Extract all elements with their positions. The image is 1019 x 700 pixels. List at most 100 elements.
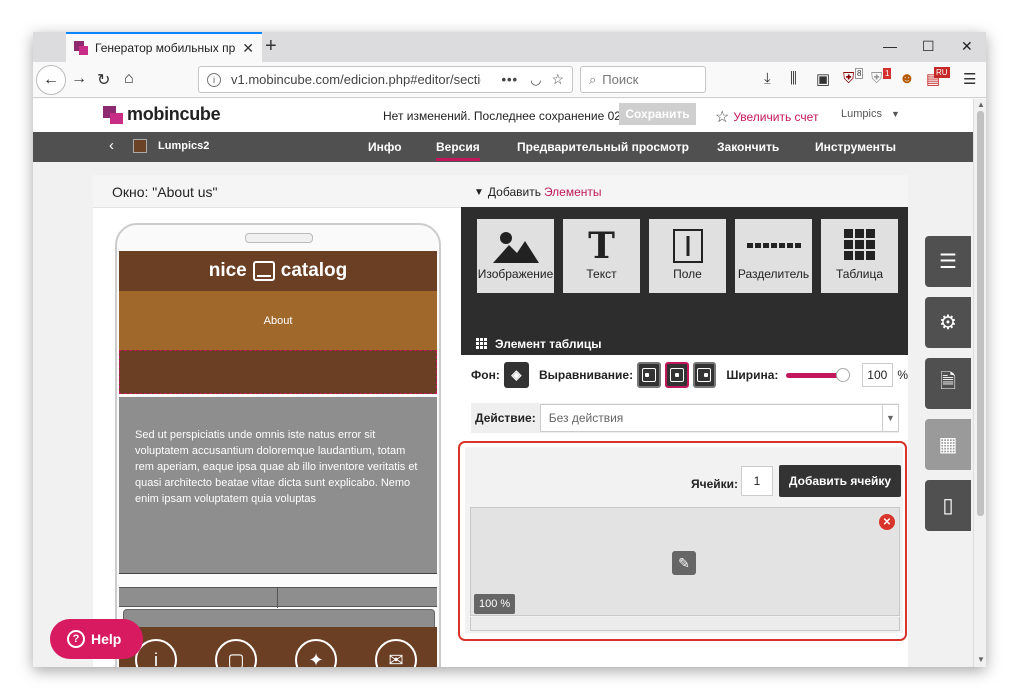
paint-bucket-icon[interactable]: ◈ (503, 362, 529, 388)
upgrade-link[interactable]: ☆ Увеличить счет (715, 107, 818, 127)
align-right-button[interactable] (692, 362, 717, 388)
phone-about-section[interactable]: About (119, 291, 437, 350)
forward-arrow-icon[interactable]: → (71, 70, 87, 88)
window-close-icon[interactable]: ✕ (961, 38, 973, 55)
phone-body-text[interactable]: Sed ut perspiciatis unde omnis iste natu… (119, 397, 437, 573)
nav-item-finish[interactable]: Закончить (717, 140, 779, 154)
tile-separator[interactable]: Разделитель (735, 219, 812, 293)
width-input[interactable]: 100 (862, 363, 894, 387)
triangle-down-icon: ▼ (474, 186, 484, 198)
ublock-icon[interactable]: ⛨ (843, 70, 854, 87)
search-input[interactable]: ⌕ Поиск (580, 66, 706, 93)
bookmark-star-icon[interactable]: ☆ (551, 71, 564, 88)
elements-palette: Изображение T Текст Поле Разделитель Таб… (461, 207, 908, 355)
address-bar[interactable]: i v1.mobincube.com/edicion.php#editor/se… (198, 66, 573, 93)
phone-title-bar[interactable]: nice catalog (119, 251, 437, 291)
monkey-icon[interactable]: ☻ (899, 70, 915, 87)
phone-preview: nice catalog About Sed ut perspiciatis u… (115, 223, 441, 667)
vertical-scrollbar[interactable]: ▲ ▼ (973, 99, 986, 667)
tab-bar: Генератор мобильных прило ✕ + — ☐ ✕ (33, 32, 986, 62)
back-chevron-icon[interactable]: ‹ (109, 137, 114, 154)
add-label: Добавить (487, 185, 541, 199)
table-settings-icon[interactable]: ▦ (925, 419, 971, 470)
align-left-button[interactable] (637, 362, 661, 388)
ublock-badge: 8 (855, 68, 864, 79)
list-icon[interactable]: ☰ (925, 236, 971, 287)
page-actions-icon[interactable]: ••• (501, 72, 518, 87)
page-content: mobincube Нет изменений. Последнее сохра… (33, 99, 973, 667)
back-arrow-icon[interactable]: ← (36, 65, 66, 95)
properties-row: Фон: ◈ Выравнивание: Ширина: 100 % (461, 355, 908, 395)
width-unit: % (897, 368, 908, 382)
url-text: v1.mobincube.com/edicion.php#editor/sect… (231, 72, 481, 87)
phone-footer: i ▢ ✦ ✉ (119, 627, 437, 667)
phone-title-left: nice (208, 260, 247, 281)
download-icon[interactable]: ⤓ (764, 70, 771, 87)
tile-text-label: Текст (586, 267, 617, 281)
logo-text: mobincube (127, 104, 221, 124)
app-name: Lumpics2 (158, 140, 210, 152)
tile-field[interactable]: Поле (649, 219, 726, 293)
navigation-bar: ← → ↻ ⌂ i v1.mobincube.com/edicion.php#e… (33, 62, 986, 98)
grid-icon (476, 338, 488, 350)
image-icon (477, 229, 554, 263)
shield-badge: 1 (883, 68, 892, 79)
mail-icon[interactable]: ✉ (375, 639, 417, 667)
sidebar-icon[interactable]: ▣ (816, 70, 830, 88)
user-menu[interactable]: Lumpics ▼ (841, 108, 900, 120)
new-tab-icon[interactable]: + (265, 36, 277, 56)
help-label: Help (91, 631, 122, 647)
close-tab-icon[interactable]: ✕ (242, 40, 254, 57)
logo[interactable]: mobincube (103, 104, 221, 125)
reload-icon[interactable]: ↻ (97, 70, 110, 90)
settings-gears-icon[interactable]: ⚙ (925, 297, 971, 348)
nav-item-version[interactable]: Версия (436, 140, 480, 161)
tile-image[interactable]: Изображение (477, 219, 554, 293)
save-button[interactable]: Сохранить (619, 103, 696, 125)
align-center-button[interactable] (664, 362, 689, 388)
maximize-icon[interactable]: ☐ (922, 38, 935, 55)
element-editor: Изображение T Текст Поле Разделитель Таб… (458, 207, 908, 667)
nav-item-tools[interactable]: Инструменты (815, 140, 896, 154)
scroll-thumb[interactable] (977, 111, 984, 516)
highlight-frame (458, 441, 907, 641)
phone-preview-icon[interactable]: ▯ (925, 480, 971, 531)
slider-knob[interactable] (836, 367, 851, 382)
library-icon[interactable]: ⫼ (790, 70, 797, 87)
translate-badge: RU (934, 67, 950, 78)
scroll-up-icon[interactable]: ▲ (977, 100, 985, 109)
phone-table-row[interactable] (119, 587, 437, 608)
phone-title-right: catalog (280, 260, 348, 281)
app-header: mobincube Нет изменений. Последнее сохра… (33, 99, 973, 132)
info-icon[interactable]: i (207, 72, 221, 87)
window-title: Окно: "About us" (112, 184, 218, 200)
panel-header: Окно: "About us" ▼ Добавить Элементы (93, 175, 908, 208)
phone-speaker (245, 233, 313, 243)
tile-text[interactable]: T Текст (563, 219, 640, 293)
add-elements-link[interactable]: Элементы (544, 185, 602, 199)
minimize-icon[interactable]: — (883, 38, 897, 54)
help-button[interactable]: ? Help (50, 619, 143, 659)
twitter-icon[interactable]: ✦ (295, 639, 337, 667)
upgrade-label: Увеличить счет (733, 110, 819, 124)
menu-icon[interactable]: ☰ (963, 70, 976, 88)
selected-table-element[interactable] (119, 350, 437, 394)
action-select[interactable]: Без действия ▼ (539, 404, 899, 432)
shield-icon[interactable]: ⛨ (871, 70, 882, 87)
pocket-icon[interactable]: ◡ (530, 72, 541, 88)
action-label: Действие: (475, 411, 536, 425)
width-slider[interactable] (786, 367, 851, 382)
nav-item-info[interactable]: Инфо (368, 140, 402, 154)
home-icon[interactable]: ⌂ (124, 70, 134, 88)
add-elements-toggle[interactable]: ▼ Добавить Элементы (474, 185, 602, 199)
search-placeholder: Поиск (602, 72, 639, 87)
square-circle-icon[interactable]: ▢ (215, 639, 257, 667)
document-settings-icon[interactable]: 🗎 (925, 358, 971, 409)
tile-table[interactable]: Таблица (821, 219, 898, 293)
text-icon: T (588, 225, 615, 267)
browser-tab[interactable]: Генератор мобильных прило ✕ (66, 32, 262, 62)
nav-item-preview[interactable]: Предварительный просмотр (517, 140, 689, 154)
tile-table-label: Таблица (835, 267, 884, 281)
scroll-down-icon[interactable]: ▼ (977, 655, 985, 664)
align-label: Выравнивание: (538, 368, 634, 382)
